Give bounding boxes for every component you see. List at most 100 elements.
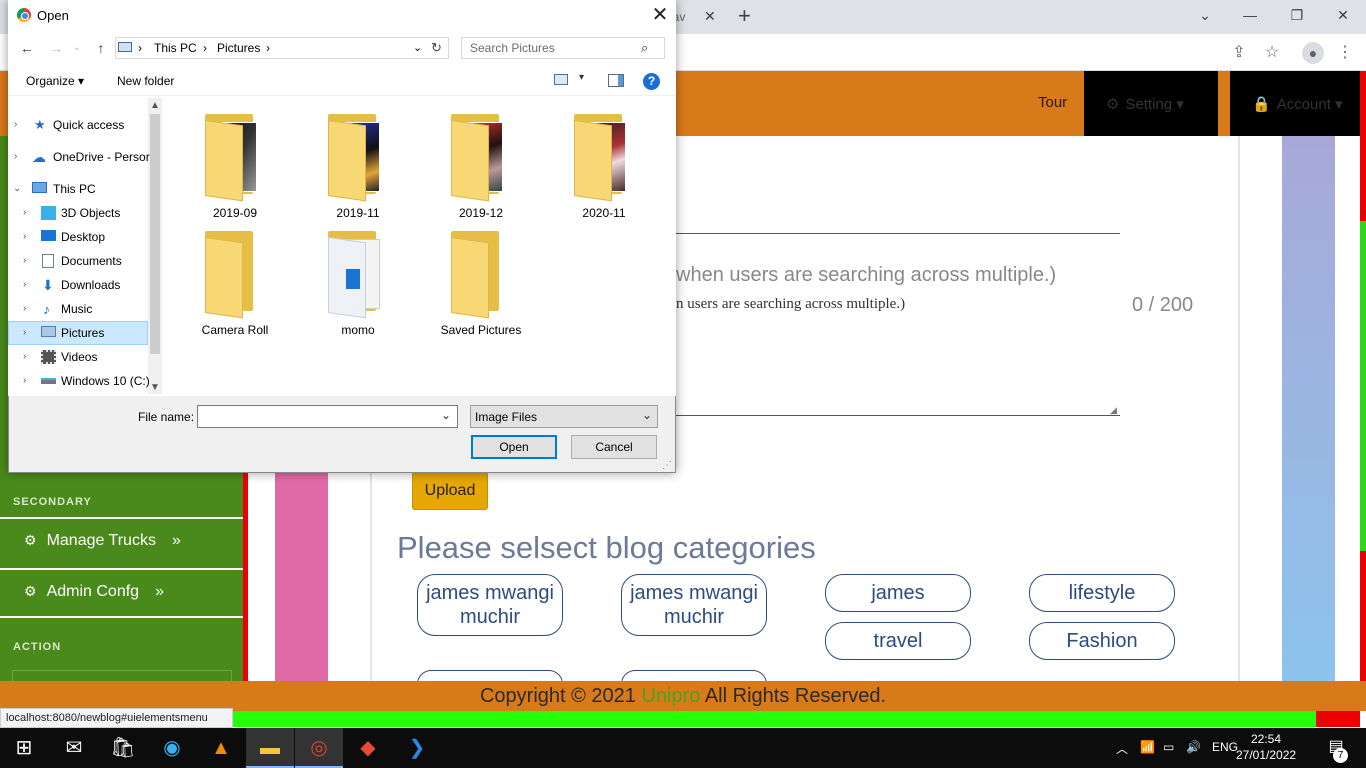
chevron-right-icon[interactable]: › — [23, 225, 26, 249]
tree-item-quick-access[interactable]: › ★ Quick access — [8, 113, 148, 137]
new-folder-button[interactable]: New folder — [117, 74, 174, 88]
navigation-scroll-thumb[interactable] — [150, 114, 160, 354]
vscode-icon[interactable]: ❯ — [393, 728, 441, 768]
breadcrumb-chevron-icon[interactable]: › — [203, 41, 207, 55]
cancel-button[interactable]: Cancel — [571, 435, 657, 459]
view-options-caret-icon[interactable]: ▾ — [579, 72, 584, 83]
sidebar-item-manage-trucks[interactable]: ⚙ Manage Trucks » — [0, 517, 243, 565]
up-arrow-icon[interactable]: ↑ — [92, 38, 110, 58]
browser-menu-icon[interactable]: ⋮ — [1334, 42, 1356, 64]
mail-icon[interactable]: ✉ — [50, 728, 98, 768]
file-type-chevron-icon[interactable]: ⌄ — [642, 408, 652, 422]
breadcrumb-item-pictures[interactable]: Pictures — [217, 41, 260, 55]
upload-button[interactable]: Upload — [412, 472, 488, 510]
chevron-right-icon[interactable]: › — [23, 345, 26, 369]
folder-2019-09[interactable]: 2019-09 — [165, 114, 275, 226]
category-chip[interactable]: lifestyle — [1029, 574, 1175, 612]
file-explorer-icon[interactable]: ▬ — [246, 728, 294, 768]
scroll-up-icon[interactable]: ▲ — [150, 100, 160, 111]
file-name-history-chevron-icon[interactable]: ⌄ — [441, 408, 451, 422]
tree-item-videos[interactable]: › Videos — [8, 345, 148, 369]
footer-brand[interactable]: Unipro — [641, 685, 700, 707]
store-icon[interactable]: 🛍 — [99, 728, 147, 768]
nav-account-menu[interactable]: 🔒 Account ▾ — [1230, 71, 1360, 136]
address-history-chevron-icon[interactable]: ⌄ — [413, 41, 422, 54]
breadcrumb-chevron-icon[interactable]: › — [138, 41, 142, 55]
title-input-underline[interactable] — [676, 233, 1120, 234]
folder-momo[interactable]: momo — [288, 231, 398, 343]
profile-avatar-icon[interactable]: ● — [1302, 42, 1324, 64]
open-button[interactable]: Open — [471, 435, 557, 459]
file-type-select[interactable]: Image Files — [470, 405, 658, 428]
git-icon[interactable]: ◆ — [344, 728, 392, 768]
folder-saved-pictures[interactable]: Saved Pictures — [411, 231, 521, 343]
minimize-button[interactable]: — — [1240, 6, 1260, 24]
chevron-right-icon[interactable]: › — [23, 369, 26, 393]
folder-2019-11[interactable]: 2019-11 — [288, 114, 398, 226]
help-icon[interactable]: ? — [643, 73, 660, 90]
search-icon[interactable]: ⌕ — [641, 40, 648, 56]
clock[interactable]: 22:54 27/01/2022 — [1236, 731, 1296, 763]
chrome-icon[interactable]: ◎ — [295, 728, 343, 768]
share-icon[interactable]: ⇪ — [1228, 42, 1250, 64]
tree-item-desktop[interactable]: › Desktop — [8, 225, 148, 249]
tree-item-downloads[interactable]: › ⬇ Downloads — [8, 273, 148, 297]
chevron-down-icon[interactable]: ⌄ — [13, 177, 21, 201]
tab-search-chevron-icon[interactable]: ⌄ — [1195, 6, 1215, 24]
vlc-icon[interactable]: ▲ — [197, 728, 245, 768]
folder-camera-roll[interactable]: Camera Roll — [165, 231, 275, 343]
category-chip[interactable]: Fashion — [1029, 622, 1175, 660]
tree-item-this-pc[interactable]: ⌄ This PC — [8, 177, 148, 201]
tree-item-documents[interactable]: › Documents — [8, 249, 148, 273]
tree-item-pictures[interactable]: › Pictures — [8, 321, 148, 345]
chevron-right-icon[interactable]: › — [14, 145, 17, 169]
breadcrumb-item-this-pc[interactable]: This PC — [154, 41, 197, 55]
textarea-resize-handle[interactable]: ◢ — [1110, 405, 1120, 415]
tab-close-icon[interactable]: ✕ — [704, 8, 718, 24]
sidebar-item-admin-confg[interactable]: ⚙ Admin Confg » — [0, 568, 243, 616]
tree-item-music[interactable]: › ♪ Music — [8, 297, 148, 321]
category-chip[interactable]: travel — [825, 622, 971, 660]
preview-pane-icon[interactable] — [608, 74, 624, 87]
change-view-icon[interactable] — [554, 74, 568, 85]
tree-item-windows-c[interactable]: › Windows 10 (C:) — [8, 369, 150, 393]
forward-arrow-icon[interactable]: → — [47, 38, 65, 58]
category-chip[interactable]: james mwangi muchir — [417, 574, 563, 636]
dialog-title-bar[interactable] — [8, 0, 676, 31]
chevron-right-icon[interactable]: › — [23, 321, 26, 345]
organize-button[interactable]: Organize ▾ — [26, 74, 84, 88]
tray-chevron-icon[interactable]: ︿ — [1116, 740, 1128, 757]
tree-item-3d-objects[interactable]: › 3D Objects — [8, 201, 148, 225]
edge-icon[interactable]: ◉ — [148, 728, 196, 768]
category-chip[interactable]: james mwangi muchir — [621, 574, 767, 636]
category-chip[interactable]: james — [825, 574, 971, 612]
chevron-right-icon[interactable]: › — [23, 297, 26, 321]
chevron-right-icon[interactable]: › — [23, 249, 26, 273]
chevron-right-icon[interactable]: › — [14, 113, 17, 137]
wifi-icon[interactable]: 📶 — [1140, 740, 1155, 754]
textarea-border[interactable] — [676, 415, 1120, 416]
nav-setting-menu[interactable]: ⚙ Setting ▾ — [1084, 71, 1218, 136]
volume-icon[interactable]: 🔊 — [1186, 740, 1201, 754]
breadcrumb-chevron-icon[interactable]: › — [266, 41, 270, 55]
restore-button[interactable]: ❐ — [1287, 6, 1307, 24]
folder-2020-11[interactable]: 2020-11 — [534, 114, 644, 226]
window-close-button[interactable]: ✕ — [1333, 6, 1353, 24]
battery-icon[interactable]: ▭ — [1163, 740, 1174, 754]
scroll-down-icon[interactable]: ▼ — [150, 382, 160, 393]
windows-start-icon[interactable]: ⊞ — [0, 728, 48, 768]
tree-item-onedrive[interactable]: › ☁ OneDrive - Persor — [8, 145, 150, 169]
language-indicator[interactable]: ENG — [1212, 740, 1238, 754]
refresh-icon[interactable]: ↻ — [431, 40, 447, 56]
chevron-right-icon[interactable]: › — [23, 273, 26, 297]
new-tab-button[interactable]: + — [738, 4, 758, 28]
dialog-resize-grip[interactable]: ⋰ — [662, 460, 672, 471]
bookmark-star-icon[interactable]: ☆ — [1261, 42, 1283, 64]
nav-tour-link[interactable]: Tour — [1038, 94, 1067, 111]
chevron-right-icon[interactable]: › — [23, 201, 26, 225]
dialog-close-button[interactable]: ✕ — [648, 4, 672, 26]
folder-2019-12[interactable]: 2019-12 — [411, 114, 521, 226]
file-name-input[interactable] — [197, 405, 458, 428]
back-arrow-icon[interactable]: ← — [18, 38, 36, 58]
search-input[interactable]: Search Pictures — [461, 37, 665, 59]
